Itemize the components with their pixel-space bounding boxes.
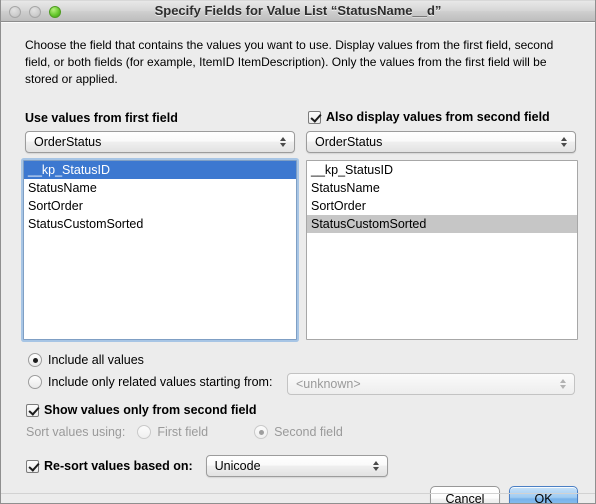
sort-second-field-option: Second field: [254, 425, 343, 439]
window-title: Specify Fields for Value List “StatusNam…: [154, 3, 442, 18]
chevron-updown-icon: [561, 135, 568, 149]
list-item[interactable]: StatusCustomSorted: [24, 215, 296, 233]
second-field-table-select[interactable]: OrderStatus: [306, 131, 576, 153]
resort-values-row[interactable]: Re-sort values based on: Unicode: [26, 455, 388, 477]
sort-second-field-label: Second field: [274, 425, 343, 439]
ok-button[interactable]: OK: [509, 486, 578, 503]
list-item[interactable]: SortOrder: [24, 197, 296, 215]
dialog-content: Choose the field that contains the value…: [1, 22, 595, 503]
specify-fields-dialog: Specify Fields for Value List “StatusNam…: [0, 0, 596, 504]
list-item[interactable]: __kp_StatusID: [24, 161, 296, 179]
resort-values-checkbox[interactable]: [26, 459, 39, 473]
include-all-values-radio[interactable]: [28, 353, 42, 367]
show-second-field-only-label: Show values only from second field: [44, 403, 257, 417]
second-field-list[interactable]: __kp_StatusID StatusName SortOrder Statu…: [306, 160, 578, 340]
list-item[interactable]: StatusName: [307, 179, 577, 197]
sort-first-field-label: First field: [157, 425, 209, 439]
show-second-field-only-checkbox[interactable]: [26, 403, 39, 417]
include-all-values-radio-row[interactable]: Include all values: [28, 353, 144, 367]
sort-first-field-option: First field: [137, 425, 208, 439]
include-all-values-label: Include all values: [48, 353, 144, 367]
title-bar: Specify Fields for Value List “StatusNam…: [1, 0, 595, 22]
second-field-list-items: __kp_StatusID StatusName SortOrder Statu…: [307, 161, 577, 233]
list-item[interactable]: StatusCustomSorted: [307, 215, 577, 233]
first-field-list-items: __kp_StatusID StatusName SortOrder Statu…: [24, 161, 296, 233]
zoom-button[interactable]: [49, 6, 61, 18]
cancel-button[interactable]: Cancel: [430, 486, 500, 503]
second-field-checkbox[interactable]: [308, 110, 321, 124]
first-field-table-select[interactable]: OrderStatus: [25, 131, 295, 153]
sort-second-field-radio: [254, 425, 269, 439]
chevron-updown-icon: [560, 377, 567, 391]
chevron-updown-icon: [280, 135, 287, 149]
include-related-values-radio-row[interactable]: Include only related values starting fro…: [28, 375, 272, 389]
related-from-select: <unknown>: [287, 373, 575, 395]
chevron-updown-icon: [372, 459, 380, 473]
first-field-table-value: OrderStatus: [34, 135, 102, 149]
close-button[interactable]: [9, 6, 21, 18]
second-field-checkbox-row[interactable]: Also display values from second field: [308, 110, 550, 124]
bottom-divider: [1, 493, 595, 494]
resort-basis-select[interactable]: Unicode: [205, 455, 388, 477]
first-field-label: Use values from first field: [25, 111, 178, 125]
second-field-table-value: OrderStatus: [315, 135, 383, 149]
minimize-button[interactable]: [29, 6, 41, 18]
resort-values-label: Re-sort values based on:: [44, 459, 193, 473]
instructions-text: Choose the field that contains the value…: [25, 38, 554, 86]
second-field-checkbox-label: Also display values from second field: [326, 110, 550, 124]
sort-first-field-radio: [137, 425, 152, 439]
list-item[interactable]: __kp_StatusID: [307, 161, 577, 179]
resort-basis-value: Unicode: [214, 459, 261, 473]
include-related-values-radio[interactable]: [28, 375, 42, 389]
sort-values-using-label: Sort values using:: [26, 425, 126, 439]
list-item[interactable]: StatusName: [24, 179, 296, 197]
traffic-lights: [9, 6, 61, 18]
include-related-values-label: Include only related values starting fro…: [48, 375, 273, 389]
first-field-list[interactable]: __kp_StatusID StatusName SortOrder Statu…: [23, 160, 297, 340]
show-second-field-only-row[interactable]: Show values only from second field: [26, 403, 257, 417]
related-from-value: <unknown>: [296, 377, 361, 391]
list-item[interactable]: SortOrder: [307, 197, 577, 215]
sort-values-using-row: Sort values using: First field Second fi…: [26, 425, 343, 439]
